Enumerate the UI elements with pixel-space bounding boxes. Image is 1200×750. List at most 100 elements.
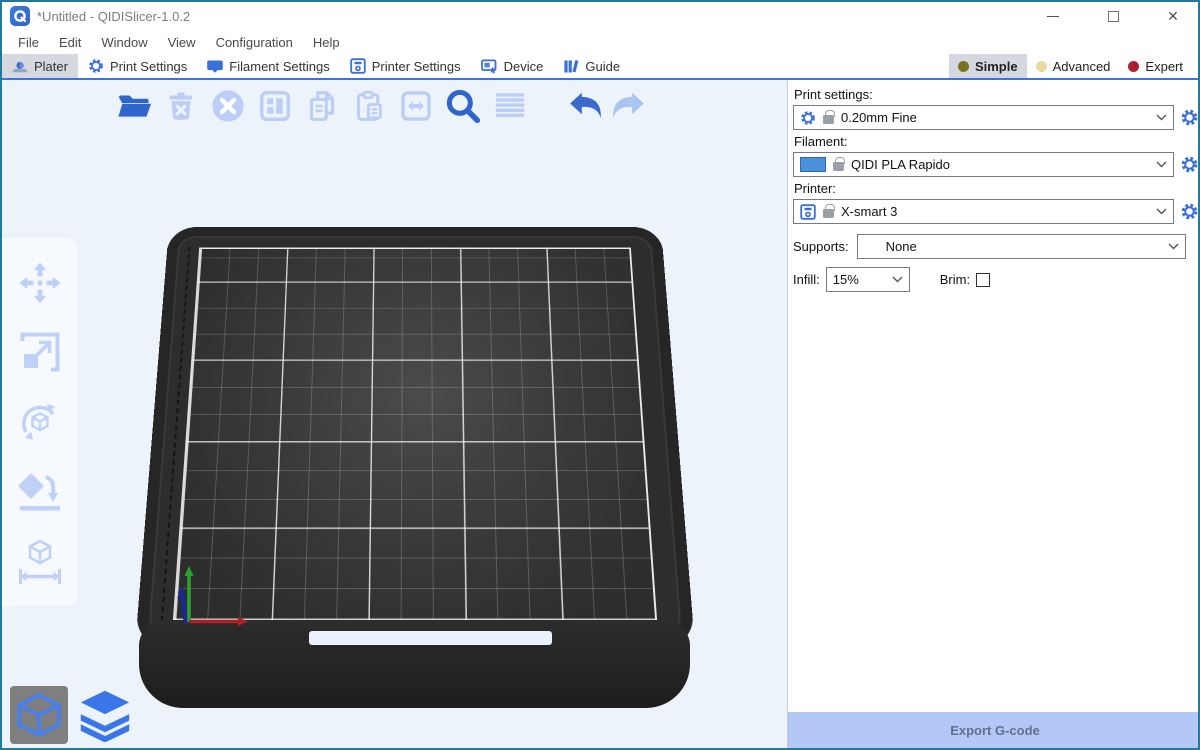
menu-edit[interactable]: Edit [49,30,91,54]
tab-label: Filament Settings [229,59,329,74]
variable-layer-height-button[interactable] [490,86,530,126]
menu-help[interactable]: Help [303,30,350,54]
measure-icon [17,538,63,584]
maximize-button[interactable] [1098,3,1128,29]
mode-switcher: Simple Advanced Expert [949,54,1198,78]
mode-label: Expert [1145,59,1183,74]
mode-advanced[interactable]: Advanced [1027,54,1120,78]
place-on-face-gizmo-button[interactable] [15,467,65,517]
device-icon [481,59,498,74]
printer-gear-button[interactable] [1180,203,1198,221]
printer-select[interactable]: X-smart 3 [793,199,1174,224]
infill-select[interactable]: 15% [826,267,910,292]
menu-view[interactable]: View [158,30,206,54]
editor-3d-view-button[interactable] [10,686,68,744]
gear-icon [1181,203,1198,220]
advanced-mode-dot-icon [1036,61,1047,72]
undo-arrow-icon [566,87,604,125]
printer-label: Printer: [794,181,1198,196]
menu-bar: File Edit Window View Configuration Help [2,30,1198,54]
maximize-icon [1108,11,1119,22]
viewport-3d[interactable] [2,80,787,748]
profile-gear-icon [800,110,816,126]
supports-select[interactable]: None [857,234,1186,259]
infill-label: Infill: [793,272,820,287]
paste-button[interactable] [349,86,389,126]
guide-icon [563,59,579,74]
plater-icon [12,59,28,74]
delete-all-icon [210,88,246,124]
split-icon [399,89,433,123]
filament-gear-button[interactable] [1180,156,1198,174]
settings-sidebar: Print settings: 0.20mm Fine Filament: QI… [787,80,1200,748]
move-icon [17,260,63,306]
redo-arrow-icon [610,87,648,125]
print-settings-gear-button[interactable] [1180,109,1198,127]
open-folder-icon [116,88,152,124]
minimize-button[interactable] [1038,3,1068,29]
rotate-gizmo-button[interactable] [15,397,65,447]
rotate-icon [17,399,63,445]
view-toggle [10,686,134,744]
scale-gizmo-button[interactable] [15,327,65,377]
redo-button[interactable] [609,86,649,126]
preview-layers-view-button[interactable] [76,686,134,744]
delete-button[interactable] [161,86,201,126]
tab-label: Print Settings [110,59,187,74]
gear-icon [1181,109,1198,126]
tab-label: Guide [585,59,620,74]
measure-gizmo-button[interactable] [15,536,65,586]
menu-file[interactable]: File [8,30,49,54]
close-icon: ✕ [1167,9,1179,23]
printer-value: X-smart 3 [841,204,1149,219]
tab-plater[interactable]: Plater [2,54,78,78]
export-gcode-button[interactable]: Export G-code [788,712,1200,748]
filament-settings-icon [207,59,223,74]
app-logo-icon [10,6,30,26]
app-window: *Untitled - QIDISlicer-1.0.2 ✕ File Edit… [0,0,1200,750]
tab-bar: Plater Print Settings Filament Settings … [2,54,1198,80]
paste-icon [352,89,386,123]
brim-checkbox[interactable] [976,273,990,287]
place-on-face-icon [17,469,63,515]
move-gizmo-button[interactable] [15,258,65,308]
delete-trash-icon [164,89,198,123]
chevron-down-icon [1156,114,1167,121]
infill-value: 15% [833,272,885,287]
filament-color-swatch [800,157,826,172]
copy-button[interactable] [302,86,342,126]
undo-button[interactable] [565,86,605,126]
filament-select[interactable]: QIDI PLA Rapido [793,152,1174,177]
tab-filament-settings[interactable]: Filament Settings [197,54,339,78]
lock-icon [833,162,844,171]
split-button[interactable] [396,86,436,126]
tab-guide[interactable]: Guide [553,54,630,78]
arrange-icon [258,89,292,123]
menu-window[interactable]: Window [91,30,157,54]
brim-label: Brim: [940,272,970,287]
arrange-button[interactable] [255,86,295,126]
window-title: *Untitled - QIDISlicer-1.0.2 [37,9,190,24]
search-button[interactable] [443,86,483,126]
layers-lines-icon [493,89,527,123]
supports-label: Supports: [793,239,849,254]
mode-simple[interactable]: Simple [949,54,1027,78]
print-settings-select[interactable]: 0.20mm Fine [793,105,1174,130]
tab-printer-settings[interactable]: Printer Settings [340,54,471,78]
layers-stack-icon [78,688,132,742]
printer-icon [800,204,816,220]
cube-3d-icon [14,690,64,740]
delete-all-button[interactable] [208,86,248,126]
tab-device[interactable]: Device [471,54,554,78]
gear-icon [1181,156,1198,173]
close-button[interactable]: ✕ [1158,3,1188,29]
menu-configuration[interactable]: Configuration [206,30,303,54]
tab-label: Device [504,59,544,74]
open-file-button[interactable] [114,86,154,126]
supports-value: None [864,239,1161,254]
tab-print-settings[interactable]: Print Settings [78,54,197,78]
print-settings-label: Print settings: [794,87,1198,102]
mode-expert[interactable]: Expert [1119,54,1192,78]
axes-indicator [172,558,264,632]
gizmo-toolbar [2,238,78,606]
